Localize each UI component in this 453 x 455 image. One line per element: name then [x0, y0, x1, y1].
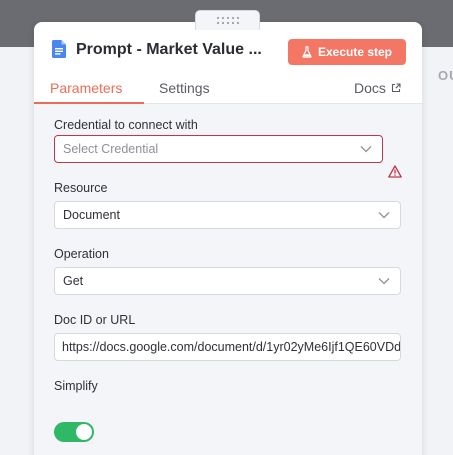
- docs-link-label: Docs: [354, 80, 386, 96]
- chevron-down-icon: [360, 146, 372, 153]
- output-panel-label: OU: [438, 68, 453, 83]
- panel-header: Prompt - Market Value ... Execute step: [34, 22, 422, 82]
- panel-drag-handle[interactable]: [195, 10, 260, 30]
- execute-step-label: Execute step: [317, 45, 393, 59]
- operation-label: Operation: [54, 247, 109, 261]
- resource-label: Resource: [54, 181, 108, 195]
- node-title[interactable]: Prompt - Market Value ...: [76, 41, 276, 59]
- flask-icon: [302, 46, 312, 58]
- chevron-down-icon: [378, 212, 390, 219]
- parameters-form: Credential to connect with Select Creden…: [34, 104, 422, 455]
- simplify-label: Simplify: [54, 379, 98, 393]
- toggle-knob: [76, 424, 92, 440]
- external-link-icon: [391, 83, 401, 93]
- google-docs-icon: [52, 40, 66, 58]
- credential-select[interactable]: Select Credential: [54, 135, 383, 163]
- operation-value: Get: [63, 274, 84, 288]
- resource-value: Document: [63, 208, 120, 222]
- credential-placeholder: Select Credential: [63, 142, 159, 156]
- credential-label: Credential to connect with: [54, 118, 198, 132]
- execute-step-button[interactable]: Execute step: [288, 39, 406, 65]
- doc-id-label: Doc ID or URL: [54, 313, 136, 327]
- warning-icon: [388, 165, 402, 178]
- tab-parameters[interactable]: Parameters: [50, 80, 122, 96]
- panel-tabs: Parameters Settings Docs: [34, 74, 422, 104]
- resource-select[interactable]: Document: [54, 201, 401, 229]
- simplify-toggle[interactable]: [54, 422, 94, 442]
- node-settings-panel: Prompt - Market Value ... Execute step P…: [34, 22, 422, 455]
- operation-select[interactable]: Get: [54, 267, 401, 295]
- chevron-down-icon: [378, 278, 390, 285]
- doc-id-input[interactable]: [54, 333, 401, 361]
- tab-settings[interactable]: Settings: [159, 80, 210, 96]
- docs-link[interactable]: Docs: [354, 80, 401, 96]
